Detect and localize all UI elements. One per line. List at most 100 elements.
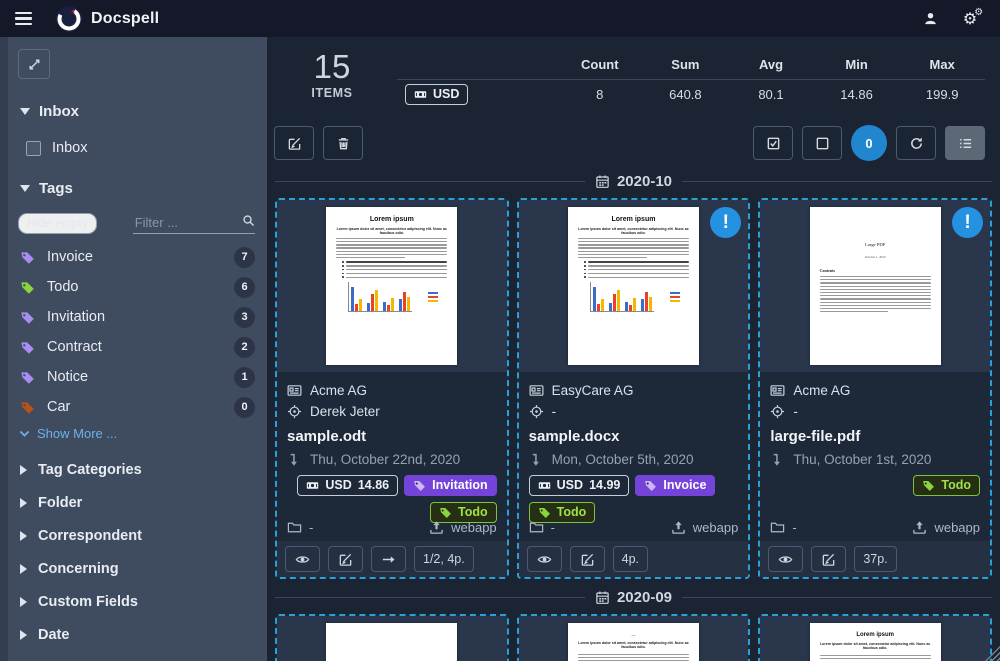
next-attachment-button[interactable] xyxy=(371,546,406,572)
correspondent-name: EasyCare AG xyxy=(552,383,634,398)
inbox-filter-checkbox-row[interactable]: Inbox xyxy=(26,140,255,156)
crosshair-person-icon xyxy=(529,404,544,419)
sidebar-tag-invoice[interactable]: Invoice 7 xyxy=(20,242,255,272)
item-card-keywords-pdf[interactable]: Keywords in PDF xyxy=(275,614,509,661)
item-card-lorem-doc-2[interactable]: Lorem ipsum Lorem ipsum dolor sit amet, … xyxy=(758,614,992,661)
tag-label: Car xyxy=(47,399,70,415)
tag-icon xyxy=(644,479,657,492)
sidebar-item-correspondent[interactable]: Correspondent xyxy=(20,519,255,552)
item-name[interactable]: large-file.pdf xyxy=(770,428,980,445)
select-none-button[interactable] xyxy=(802,126,842,160)
sidebar-tag-invitation[interactable]: Invitation 3 xyxy=(20,302,255,332)
docspell-logo[interactable] xyxy=(56,6,82,32)
select-all-button[interactable] xyxy=(753,126,793,160)
folder-value: - xyxy=(551,520,555,535)
caret-right-icon xyxy=(20,630,27,640)
tag-count-badge: 1 xyxy=(234,367,255,388)
user-icon[interactable] xyxy=(914,4,946,34)
tag-label: Contract xyxy=(47,339,102,355)
sidebar-scrollbar[interactable] xyxy=(0,37,8,661)
preview-eye-button[interactable] xyxy=(768,546,803,572)
caret-right-icon xyxy=(20,564,27,574)
currency-stats-table: Count Sum Avg Min Max USD 8 640.8 80.1 1… xyxy=(397,49,985,109)
trash-button[interactable] xyxy=(323,126,363,160)
correspondent-name: Acme AG xyxy=(793,383,850,398)
item-preview[interactable]: Keywords in PDF xyxy=(277,616,507,661)
hide-empty-button[interactable]: Hide empty xyxy=(18,213,97,234)
item-name[interactable]: sample.odt xyxy=(287,428,497,445)
sidebar-item-folder[interactable]: Folder xyxy=(20,486,255,519)
list-view-button[interactable] xyxy=(945,126,985,160)
edit-item-button[interactable] xyxy=(811,546,846,572)
sidebar-tag-notice[interactable]: Notice 1 xyxy=(20,362,255,392)
item-card-large-file-pdf[interactable]: ! Large PDF October 1, 2020 Contents Acm… xyxy=(758,198,992,579)
tag-label: Invitation xyxy=(47,309,105,325)
item-card-grid: Keywords in PDF — Lorem ipsum dolor sit … xyxy=(267,614,1000,661)
concerning-row: - xyxy=(529,401,739,422)
preview-doc-text: Lorem ipsum dolor sit amet, consectetur … xyxy=(578,641,689,650)
refresh-button[interactable] xyxy=(896,126,936,160)
tag-badge-invoice[interactable]: Invoice xyxy=(635,475,715,496)
amount-badge: USD 14.86 xyxy=(297,475,398,496)
inbox-checkbox[interactable] xyxy=(26,141,41,156)
item-card-grid: Lorem ipsum Lorem ipsum dolor sit amet, … xyxy=(267,198,1000,579)
amount-badge: USD 14.99 xyxy=(529,475,630,496)
preview-eye-button[interactable] xyxy=(285,546,320,572)
amount-currency: USD xyxy=(557,478,583,492)
item-card-sample-odt[interactable]: Lorem ipsum Lorem ipsum dolor sit amet, … xyxy=(275,198,509,579)
calendar-icon xyxy=(595,174,610,189)
tag-badge-label: Invoice xyxy=(663,478,706,492)
date-group-label: 2020-09 xyxy=(617,589,672,606)
tag-badge-invitation[interactable]: Invitation xyxy=(404,475,497,496)
item-name[interactable]: sample.docx xyxy=(529,428,739,445)
menu-icon[interactable] xyxy=(0,0,46,37)
sidebar-item-concerning[interactable]: Concerning xyxy=(20,552,255,585)
folder-source-row: - webapp xyxy=(770,520,980,535)
edit-item-button[interactable] xyxy=(328,546,363,572)
preview-eye-button[interactable] xyxy=(527,546,562,572)
show-more-link[interactable]: Show More ... xyxy=(18,426,255,441)
caret-right-icon xyxy=(20,531,27,541)
item-card-lorem-doc[interactable]: — Lorem ipsum dolor sit amet, consectetu… xyxy=(517,614,751,661)
currency-label: USD xyxy=(433,87,459,101)
sidebar-item-custom-fields[interactable]: Custom Fields xyxy=(20,585,255,618)
stat-value-avg: 80.1 xyxy=(728,87,814,102)
item-preview[interactable]: Lorem ipsum Lorem ipsum dolor sit amet, … xyxy=(277,200,507,372)
sidebar-item-due-date[interactable]: Due Date xyxy=(20,651,255,661)
sidebar-item-tag-categories[interactable]: Tag Categories xyxy=(20,453,255,486)
preview-doc-text: Lorem ipsum dolor sit amet, consectetur … xyxy=(820,642,931,651)
sidebar-item-date[interactable]: Date xyxy=(20,618,255,651)
tag-filter-input[interactable] xyxy=(133,213,255,234)
tag-label: Notice xyxy=(47,369,88,385)
tag-badge-label: Todo xyxy=(458,505,488,519)
sidebar-tag-todo[interactable]: Todo 6 xyxy=(20,272,255,302)
item-preview[interactable]: — Lorem ipsum dolor sit amet, consectetu… xyxy=(519,616,749,661)
item-toolbar: 0 xyxy=(267,125,1000,161)
selected-count-badge[interactable]: 0 xyxy=(851,125,887,161)
tag-icon xyxy=(20,400,35,415)
tag-icon xyxy=(538,506,551,519)
item-card-sample-docx[interactable]: ! Lorem ipsum Lorem ipsum dolor sit amet… xyxy=(517,198,751,579)
section-label: Concerning xyxy=(38,561,119,577)
tag-icon xyxy=(922,479,935,492)
settings-cogs-icon[interactable]: ⚙⚙ xyxy=(954,4,986,34)
section-label: Folder xyxy=(38,495,82,511)
section-label: Correspondent xyxy=(38,528,142,544)
tag-label: Invoice xyxy=(47,249,93,265)
id-card-icon xyxy=(529,383,544,398)
item-date: Mon, October 5th, 2020 xyxy=(552,452,694,467)
sidebar-tag-contract[interactable]: Contract 2 xyxy=(20,332,255,362)
caret-right-icon xyxy=(20,498,27,508)
tag-badge-todo[interactable]: Todo xyxy=(913,475,980,496)
edit-mode-button[interactable] xyxy=(274,126,314,160)
concerning-name: Derek Jeter xyxy=(310,404,380,419)
preview-doc-date: October 1, 2020 xyxy=(820,255,931,259)
expand-search-menu-button[interactable] xyxy=(18,49,50,79)
item-preview[interactable]: Lorem ipsum Lorem ipsum dolor sit amet, … xyxy=(760,616,990,661)
sidebar-tag-car[interactable]: Car 0 xyxy=(20,392,255,422)
inbox-section-header[interactable]: Inbox xyxy=(20,103,255,120)
tags-section-header[interactable]: Tags xyxy=(20,180,255,197)
section-label: Date xyxy=(38,627,69,643)
edit-item-button[interactable] xyxy=(570,546,605,572)
search-icon xyxy=(242,214,255,227)
